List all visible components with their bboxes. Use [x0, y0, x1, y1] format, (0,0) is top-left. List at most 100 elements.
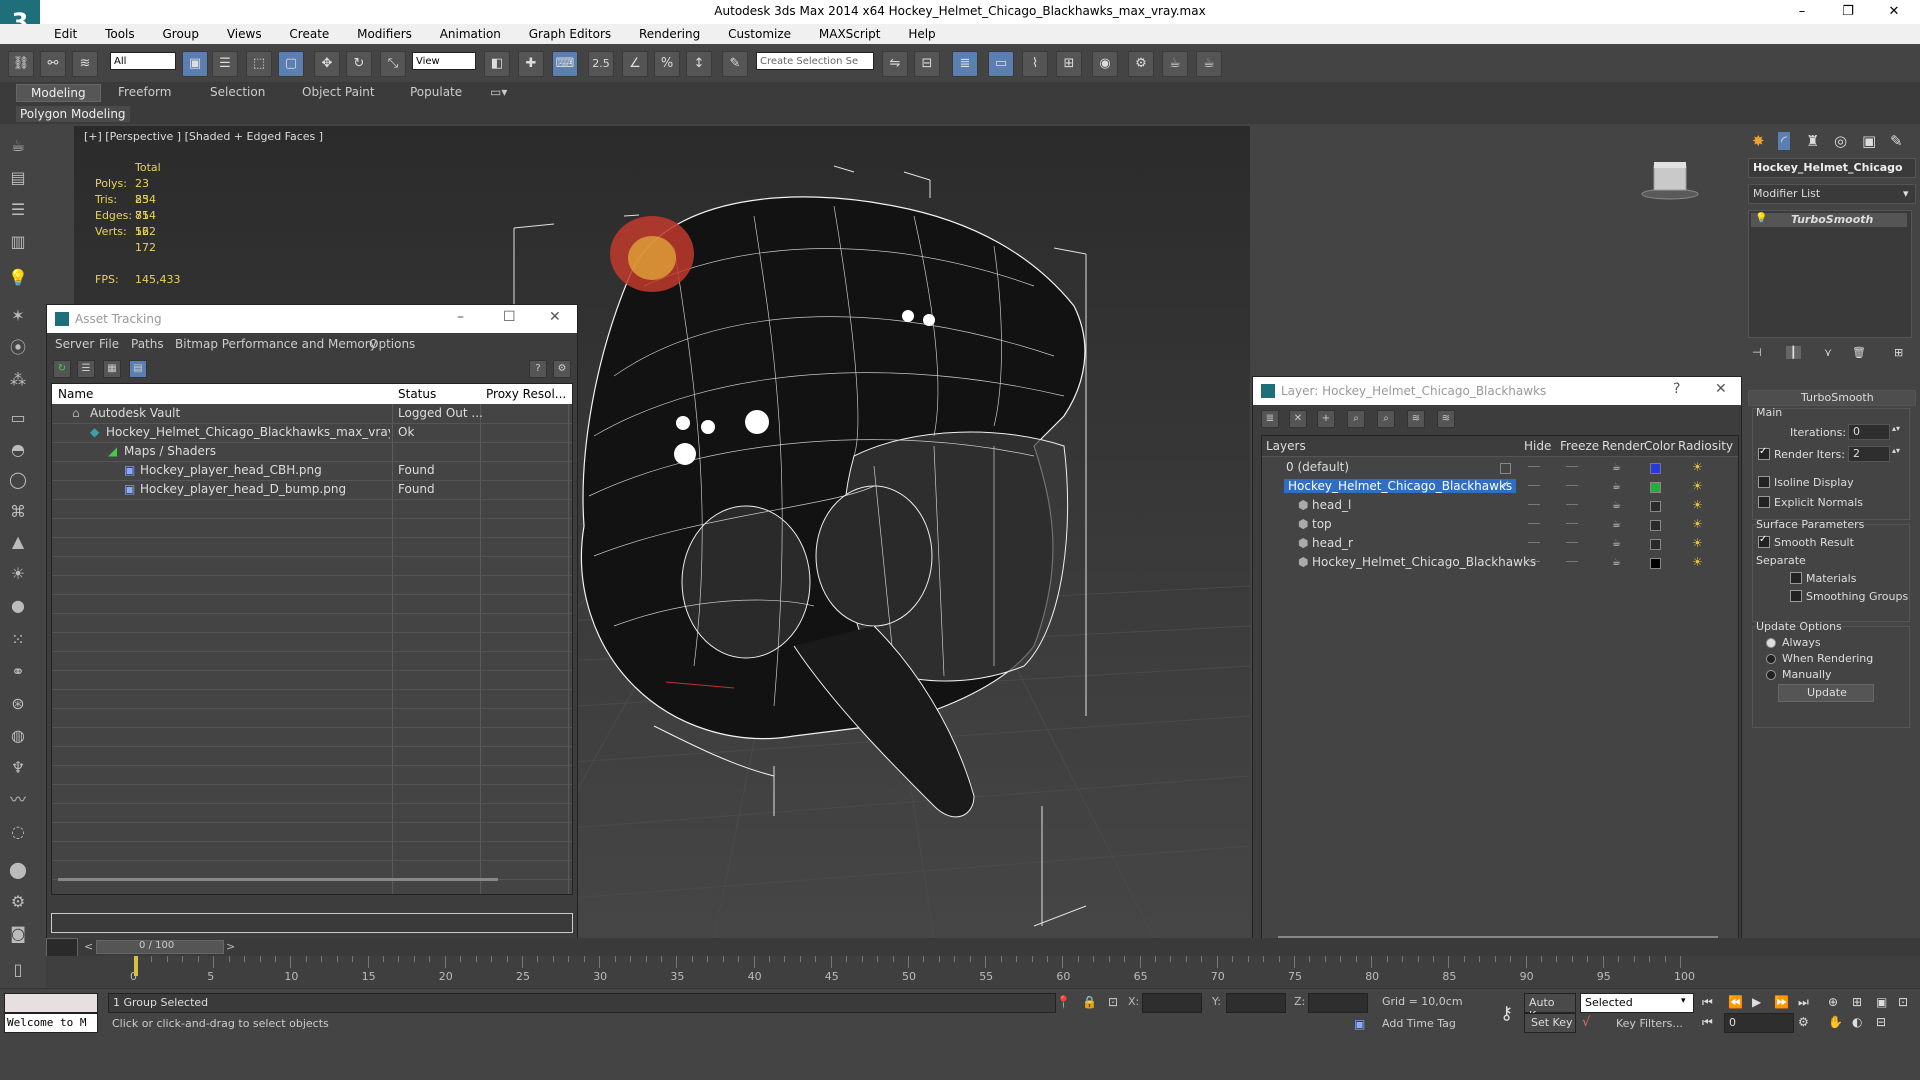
delete-layer-icon[interactable]: ✕	[1289, 410, 1307, 428]
scene-list-icon[interactable]: ☰	[6, 198, 30, 222]
layer-row[interactable]: ⬢ Hockey_Helmet_Chicago_Blackhawks ┄┄ ┄┄…	[1262, 553, 1738, 572]
track-bar[interactable]: 0 5 10 15 20 25 30 35 40 45 50 55 60 65 70 75 80 85 90 95 10…	[46, 956, 1920, 988]
table-row[interactable]: ◆ Hockey_Helmet_Chicago_Blackhawks_max_v…	[52, 423, 572, 443]
zoom-all-icon[interactable]: ⊞	[1852, 995, 1862, 1009]
minimize-button[interactable]: –	[1782, 2, 1822, 22]
teapot-icon[interactable]: ☕	[6, 134, 30, 158]
radiosity-icon[interactable]: ☀	[1692, 479, 1703, 493]
toggle-ribbon-icon[interactable]: ▭	[988, 51, 1014, 77]
ribbon-tab-populate[interactable]: Populate	[410, 85, 462, 99]
time-slider-thumb[interactable]: 0 / 100	[96, 940, 224, 954]
update-button[interactable]: Update	[1778, 684, 1874, 702]
table-row[interactable]: ⌂ Autodesk Vault Logged Out ...	[52, 404, 572, 424]
time-config-icon[interactable]: ⚙	[1798, 1015, 1809, 1029]
menu-edit[interactable]: Edit	[54, 24, 77, 44]
table-row[interactable]: ▣ Hockey_player_head_D_bump.png Found	[52, 480, 572, 500]
isoline-display-checkbox[interactable]	[1758, 476, 1770, 488]
pin-stack-icon[interactable]: ⊣	[1752, 346, 1762, 359]
key-mode-dropdown[interactable]: Selected ▾	[1580, 993, 1694, 1013]
menu-modifiers[interactable]: Modifiers	[357, 24, 412, 44]
layers-icon[interactable]: ▥	[6, 230, 30, 254]
maxscript-listener-top[interactable]	[4, 993, 98, 1013]
menu-create[interactable]: Create	[289, 24, 329, 44]
curve-editor-icon[interactable]: ⌇	[1022, 51, 1048, 77]
rotate-icon[interactable]: ↻	[346, 51, 372, 77]
selection-lock-icon[interactable]: 🔒	[1082, 995, 1097, 1009]
maximize-icon[interactable]: ☐	[503, 309, 516, 325]
menu-graph-editors[interactable]: Graph Editors	[529, 24, 611, 44]
menu-views[interactable]: Views	[227, 24, 262, 44]
layer-row[interactable]: ⬢ top ┄┄ ┄┄ ☕ ☀	[1262, 515, 1738, 534]
menu-tools[interactable]: Tools	[105, 24, 135, 44]
col-hide[interactable]: Hide	[1524, 439, 1551, 453]
object-color-swatch[interactable]	[1650, 539, 1661, 550]
always-radio[interactable]	[1766, 638, 1776, 648]
keyboard-shortcut-toggle-icon[interactable]: ⌨	[552, 51, 578, 77]
layer-color-swatch[interactable]	[1650, 463, 1661, 474]
layer-color-swatch[interactable]	[1650, 482, 1661, 493]
create-tab-icon[interactable]: ✸	[1752, 132, 1765, 150]
layer-row[interactable]: ⬢ head_l ┄┄ ┄┄ ☕ ☀	[1262, 496, 1738, 515]
spinner-snap-icon[interactable]: ↕	[686, 51, 712, 77]
link-icon[interactable]: ⛓	[8, 51, 34, 77]
time-slider-prev-icon[interactable]: <	[84, 940, 93, 953]
material-ball-icon[interactable]: ⬤	[6, 858, 30, 882]
smoothing-groups-checkbox[interactable]	[1790, 590, 1802, 602]
bulb-icon[interactable]: 💡	[1755, 213, 1767, 224]
layer-window-titlebar[interactable]: Layer: Hockey_Helmet_Chicago_Blackhawks …	[1253, 377, 1741, 405]
next-frame-icon[interactable]: ⏩	[1774, 995, 1789, 1009]
viewport-label-menu[interactable]: [+] [Perspective ] [Shaded + Edged Faces…	[84, 130, 323, 143]
particles-icon[interactable]: ⁂	[6, 368, 30, 392]
material-editor-icon[interactable]: ◉	[1092, 51, 1118, 77]
freeze-toggle[interactable]: ┄┄	[1566, 500, 1578, 511]
menu-maxscript[interactable]: MAXScript	[819, 24, 881, 44]
display-tab-icon[interactable]: ▣	[1862, 132, 1876, 150]
freeze-all-icon[interactable]: ≋	[1437, 410, 1455, 428]
motion-tab-icon[interactable]: ◎	[1834, 132, 1847, 150]
time-tag-icon[interactable]: ▣	[1354, 1017, 1365, 1031]
reference-coordinate-dropdown[interactable]: View	[412, 52, 476, 70]
asset-path-field[interactable]	[51, 913, 573, 933]
x-coord-field[interactable]	[1142, 993, 1202, 1013]
asset-tracking-titlebar[interactable]: Asset Tracking – ☐ ✕	[47, 305, 577, 333]
horizontal-scrollbar[interactable]	[58, 878, 498, 881]
z-coord-field[interactable]	[1308, 993, 1368, 1013]
unlink-icon[interactable]: ⚯	[40, 51, 66, 77]
selection-filter-dropdown[interactable]: All	[110, 52, 176, 70]
thumbnail-view-icon[interactable]: ▦	[103, 360, 121, 378]
render-setup-icon[interactable]: ⚙	[1128, 51, 1154, 77]
radiosity-icon[interactable]: ☀	[1692, 555, 1703, 569]
col-f[interactable]: F	[572, 387, 573, 401]
help-icon[interactable]: ?	[529, 360, 547, 378]
mirror-icon[interactable]: ⇋	[882, 51, 908, 77]
col-color[interactable]: Color	[1644, 439, 1675, 453]
object-color-swatch[interactable]	[1650, 501, 1661, 512]
menu-group[interactable]: Group	[162, 24, 199, 44]
current-frame-field[interactable]: 0	[1724, 1013, 1794, 1033]
absolute-mode-icon[interactable]: ⊡	[1108, 995, 1118, 1009]
menu-animation[interactable]: Animation	[440, 24, 501, 44]
select-objects-icon[interactable]: ⌕	[1347, 410, 1365, 428]
object-color-swatch[interactable]	[1650, 520, 1661, 531]
stack-item-turbosmooth[interactable]: 💡 TurboSmooth	[1751, 213, 1907, 227]
scale-icon[interactable]: ⤡	[380, 51, 406, 77]
y-coord-field[interactable]	[1226, 993, 1286, 1013]
molecule-icon[interactable]: ⚭	[6, 660, 30, 684]
iterations-spinner[interactable]: 0	[1848, 424, 1890, 440]
ball-icon[interactable]: ●	[6, 594, 30, 618]
globe-icon[interactable]: ◍	[6, 724, 30, 748]
col-freeze[interactable]: Freeze	[1560, 439, 1599, 453]
select-by-name-icon[interactable]: ☰	[212, 51, 238, 77]
angle-snap-icon[interactable]: ∠	[622, 51, 648, 77]
sphere-icon[interactable]: ◯	[6, 468, 30, 492]
object-color-swatch[interactable]	[1650, 558, 1661, 569]
configure-modifier-sets-icon[interactable]: ⊞	[1894, 346, 1903, 359]
maxscript-listener[interactable]: Welcome to M	[4, 1013, 98, 1033]
snap-toggle-icon[interactable]: 2.5	[588, 51, 614, 77]
ribbon-polygon-modeling[interactable]: Polygon Modeling	[16, 106, 130, 122]
manually-radio[interactable]	[1766, 670, 1776, 680]
light-icon[interactable]: 💡	[6, 266, 30, 290]
rendered-frame-window-icon[interactable]: ☕	[1162, 51, 1188, 77]
explicit-normals-checkbox[interactable]	[1758, 496, 1770, 508]
col-proxy-resolution[interactable]: Proxy Resol...	[486, 387, 566, 401]
